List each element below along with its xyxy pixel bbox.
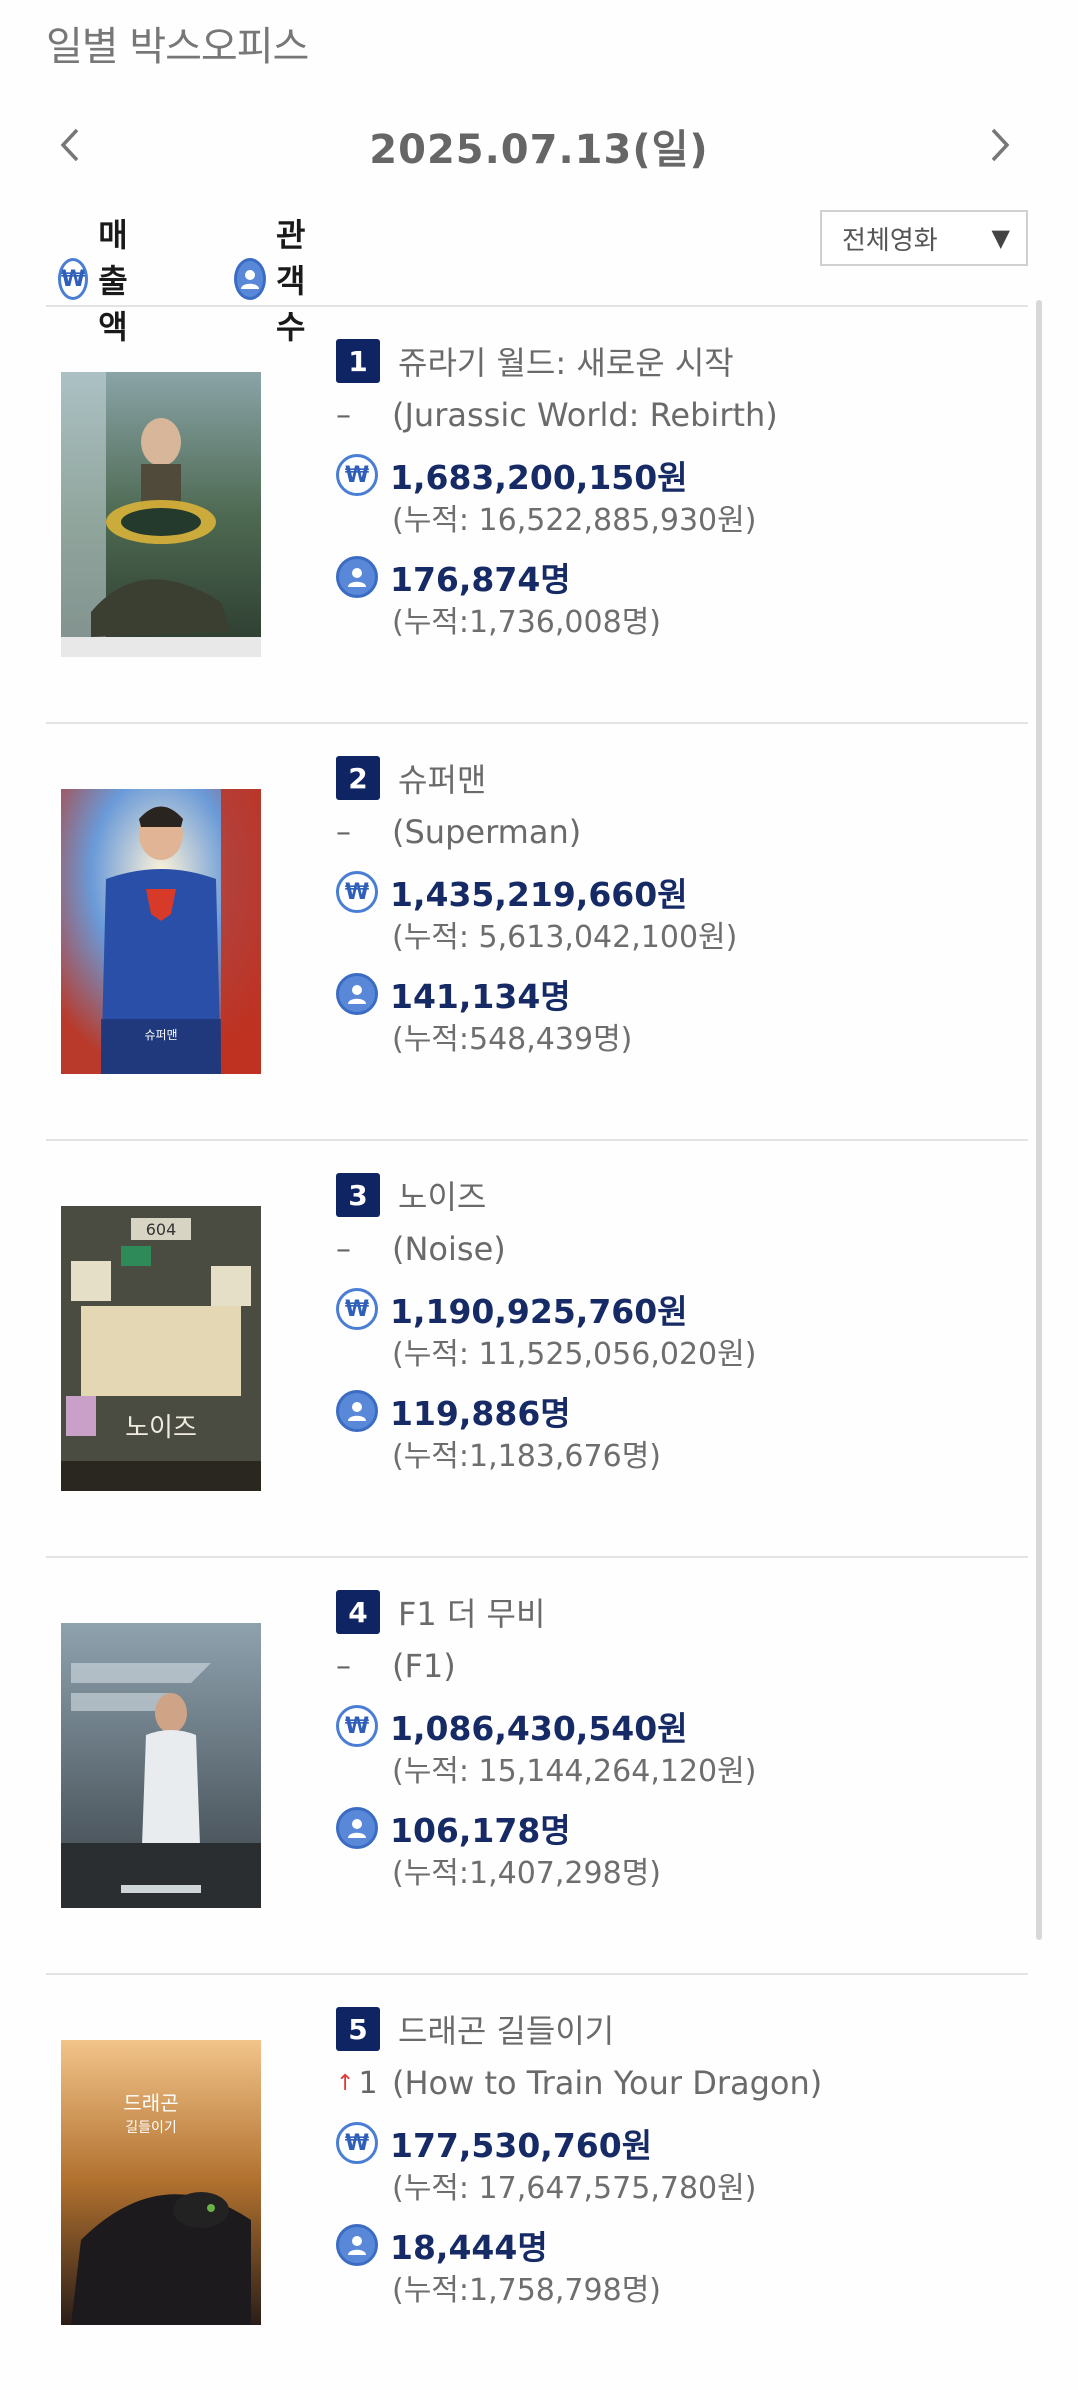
- rank-badge: 2: [336, 756, 380, 800]
- user-icon: [336, 1807, 378, 1849]
- svg-text:노이즈: 노이즈: [125, 1413, 197, 1443]
- won-icon: ₩: [336, 454, 378, 496]
- movie-item[interactable]: 604 노이즈 3 노이즈 – (Noise) ₩ 1,190,925,760원…: [46, 1139, 1028, 1556]
- user-icon: [336, 973, 378, 1015]
- daily-sales: 1,190,925,760원: [390, 1292, 688, 1331]
- user-icon: [234, 258, 266, 300]
- movie-title-kr: F1 더 무비: [398, 1595, 546, 1633]
- cumulative-sales: (누적: 16,522,885,930원): [392, 503, 757, 538]
- movie-info: 3 노이즈 – (Noise) ₩ 1,190,925,760원 (누적: 11…: [336, 1171, 1028, 1479]
- rank-change: –: [336, 397, 351, 433]
- list-scrollbar[interactable]: [1036, 300, 1042, 1940]
- movie-title-en: (How to Train Your Dragon): [392, 2064, 823, 2102]
- rank-badge: 1: [336, 339, 380, 383]
- movie-title-kr: 노이즈: [398, 1178, 487, 1216]
- cumulative-sales: (누적: 17,647,575,780원): [392, 2171, 757, 2206]
- daily-audience: 176,874명: [390, 560, 571, 599]
- cumulative-audience: (누적:548,439명): [392, 1022, 633, 1057]
- movie-info: 1 쥬라기 월드: 새로운 시작 – (Jurassic World: Rebi…: [336, 337, 1028, 645]
- cumulative-audience: (누적:1,758,798명): [392, 2273, 661, 2308]
- movie-poster[interactable]: 604 노이즈: [61, 1206, 261, 1491]
- movie-info: 2 슈퍼맨 – (Superman) ₩ 1,435,219,660원 (누적:…: [336, 754, 1028, 1062]
- rank-change: ↑ 1: [336, 2066, 386, 2101]
- won-icon: ₩: [336, 1288, 378, 1330]
- chevron-right-icon: [991, 128, 1010, 162]
- rank-change-value: 1: [358, 2065, 378, 2101]
- daily-audience: 119,886명: [390, 1394, 571, 1433]
- rank-badge: 4: [336, 1590, 380, 1634]
- movie-item[interactable]: 1 쥬라기 월드: 새로운 시작 – (Jurassic World: Rebi…: [46, 305, 1028, 722]
- cumulative-sales: (누적: 15,144,264,120원): [392, 1754, 757, 1789]
- current-date: 2025.07.13(일): [369, 127, 709, 173]
- cumulative-sales: (누적: 11,525,056,020원): [392, 1337, 757, 1372]
- daily-sales: 1,086,430,540원: [390, 1709, 688, 1748]
- user-icon: [336, 1390, 378, 1432]
- user-icon: [336, 556, 378, 598]
- page-title: 일별 박스오피스: [46, 24, 309, 70]
- movie-title-en: (Superman): [392, 813, 582, 851]
- won-icon: ₩: [336, 2122, 378, 2164]
- movie-item[interactable]: 드래곤 길들이기 5 드래곤 길들이기 ↑ 1 (How to Train You…: [46, 1973, 1028, 2390]
- movie-poster[interactable]: 슈퍼맨: [61, 789, 261, 1074]
- movie-info: 4 F1 더 무비 – (F1) ₩ 1,086,430,540원 (누적: 1…: [336, 1588, 1028, 1896]
- arrow-up-icon: ↑: [336, 2070, 355, 2096]
- movie-poster[interactable]: 드래곤 길들이기: [61, 2040, 261, 2325]
- movie-poster[interactable]: [61, 372, 261, 657]
- daily-sales: 1,683,200,150원: [390, 458, 688, 497]
- daily-sales: 1,435,219,660원: [390, 875, 688, 914]
- svg-text:길들이기: 길들이기: [125, 2120, 177, 2136]
- svg-text:슈퍼맨: 슈퍼맨: [144, 1028, 177, 1042]
- rank-change: –: [336, 1231, 351, 1267]
- cumulative-sales: (누적: 5,613,042,100원): [392, 920, 738, 955]
- daily-audience: 106,178명: [390, 1811, 571, 1850]
- movie-item[interactable]: 4 F1 더 무비 – (F1) ₩ 1,086,430,540원 (누적: 1…: [46, 1556, 1028, 1973]
- movie-title-en: (Jurassic World: Rebirth): [392, 396, 778, 434]
- daily-sales: 177,530,760원: [390, 2126, 653, 2165]
- filter-selected-value: 전체영화: [842, 225, 938, 256]
- svg-text:드래곤: 드래곤: [123, 2091, 178, 2115]
- cumulative-audience: (누적:1,183,676명): [392, 1439, 661, 1474]
- won-icon: ₩: [336, 871, 378, 913]
- cumulative-audience: (누적:1,736,008명): [392, 605, 661, 640]
- movie-poster[interactable]: [61, 1623, 261, 1908]
- won-icon: ₩: [336, 1705, 378, 1747]
- daily-audience: 18,444명: [390, 2228, 548, 2267]
- cumulative-audience: (누적:1,407,298명): [392, 1856, 661, 1891]
- movie-title-en: (F1): [392, 1647, 456, 1685]
- movie-info: 5 드래곤 길들이기 ↑ 1 (How to Train Your Dragon)…: [336, 2005, 1028, 2313]
- movie-title-kr: 쥬라기 월드: 새로운 시작: [398, 344, 734, 382]
- rank-badge: 5: [336, 2007, 380, 2051]
- movie-title-kr: 슈퍼맨: [398, 761, 487, 799]
- daily-audience: 141,134명: [390, 977, 571, 1016]
- rank-change: –: [336, 814, 351, 850]
- movie-title-kr: 드래곤 길들이기: [398, 2012, 615, 2050]
- date-navigator: 2025.07.13(일): [0, 105, 1078, 185]
- won-icon: ₩: [58, 258, 89, 300]
- rank-change: –: [336, 1648, 351, 1684]
- movie-list: 1 쥬라기 월드: 새로운 시작 – (Jurassic World: Rebi…: [46, 305, 1028, 2390]
- rank-badge: 3: [336, 1173, 380, 1217]
- dropdown-caret-icon: ▼: [991, 224, 1010, 252]
- movie-title-en: (Noise): [392, 1230, 506, 1268]
- movie-filter-select[interactable]: 전체영화 ▼: [820, 210, 1028, 266]
- movie-item[interactable]: 슈퍼맨 2 슈퍼맨 – (Superman) ₩ 1,435,219,660원 …: [46, 722, 1028, 1139]
- next-day-button[interactable]: [976, 121, 1024, 169]
- svg-text:604: 604: [146, 1220, 177, 1239]
- user-icon: [336, 2224, 378, 2266]
